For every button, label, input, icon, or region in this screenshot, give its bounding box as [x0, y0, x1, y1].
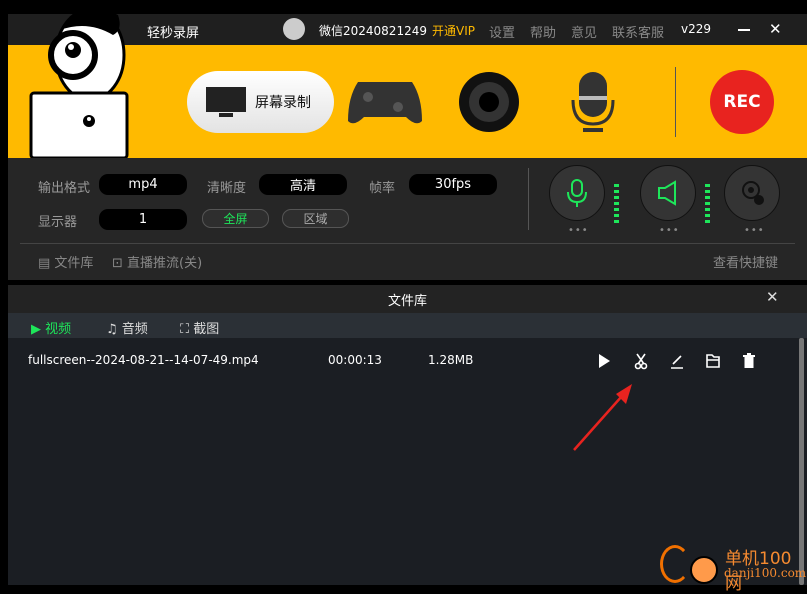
tab-screenshot-label: 截图: [193, 322, 220, 337]
library-title: 文件库: [388, 294, 428, 309]
mic-level-meter: [614, 184, 619, 223]
tab-video-label: 视频: [45, 322, 72, 337]
tab-video[interactable]: ▶ 视频: [31, 318, 71, 337]
rename-icon[interactable]: [669, 352, 685, 370]
speaker-more[interactable]: •••: [659, 225, 680, 236]
menu-contact[interactable]: 联系客服: [612, 22, 664, 41]
avatar[interactable]: [283, 18, 305, 40]
menu-help[interactable]: 帮助: [530, 22, 556, 41]
library-link[interactable]: ▤ 文件库: [38, 252, 93, 271]
speaker-level-meter: [705, 184, 710, 223]
username: 微信20240821249: [319, 24, 427, 38]
monitor-icon: [206, 87, 246, 117]
quality-select[interactable]: 高清: [259, 174, 347, 195]
mascot-logo: [29, 7, 129, 158]
screen-record-label: 屏幕录制: [255, 95, 311, 111]
mic-more[interactable]: •••: [568, 225, 589, 236]
minimize-button[interactable]: [738, 29, 750, 31]
rec-button[interactable]: REC: [710, 70, 774, 134]
file-duration: 00:00:13: [328, 353, 382, 367]
play-icon[interactable]: [596, 352, 612, 370]
file-size: 1.28MB: [428, 353, 474, 367]
library-close-button[interactable]: ✕: [766, 288, 779, 306]
speaker-toggle[interactable]: [640, 165, 696, 221]
folder-icon[interactable]: [705, 352, 721, 370]
vip-link[interactable]: 开通VIP: [432, 22, 475, 39]
tab-audio[interactable]: ♫ 音频: [106, 318, 148, 337]
display-label: 显示器: [38, 215, 78, 230]
divider: [20, 243, 795, 244]
menu-settings[interactable]: 设置: [489, 22, 515, 41]
screen-record-mode[interactable]: 屏幕录制: [187, 71, 334, 133]
webcam-off-icon: [742, 181, 764, 205]
fps-select[interactable]: 30fps: [409, 174, 497, 195]
watermark-logo: 单机100网 danji100.com: [660, 540, 807, 594]
file-name: fullscreen--2024-08-21--14-07-49.mp4: [28, 353, 259, 367]
annotation-arrow: [573, 384, 632, 451]
fps-label: 帧率: [369, 181, 396, 196]
format-label: 输出格式: [38, 181, 91, 196]
fullscreen-button[interactable]: 全屏: [202, 209, 269, 228]
shortcuts-link[interactable]: 查看快捷键: [713, 252, 778, 271]
game-controller-icon[interactable]: [346, 77, 424, 127]
speaker-icon: [658, 180, 676, 206]
library-link-label: 文件库: [54, 256, 94, 271]
file-row[interactable]: fullscreen--2024-08-21--14-07-49.mp4 00:…: [8, 348, 798, 374]
divider: [675, 67, 676, 137]
camera-icon[interactable]: [458, 70, 520, 134]
webcam-toggle[interactable]: [724, 165, 780, 221]
close-button[interactable]: ✕: [769, 20, 782, 38]
tab-screenshot[interactable]: ⛶ 截图: [180, 318, 219, 337]
mic-toggle[interactable]: [549, 165, 605, 221]
scissors-icon[interactable]: [633, 352, 649, 370]
delete-icon[interactable]: [741, 352, 757, 370]
divider: [528, 168, 529, 230]
app-title: 轻秒录屏: [147, 26, 200, 41]
menu-feedback[interactable]: 意见: [571, 22, 597, 41]
tab-audio-label: 音频: [121, 322, 148, 337]
webcam-more[interactable]: •••: [744, 225, 765, 236]
version: v229: [681, 22, 712, 36]
quality-label: 清晰度: [207, 181, 247, 196]
display-select[interactable]: 1: [99, 209, 187, 230]
microphone-icon[interactable]: [569, 70, 617, 134]
watermark-url: danji100.com: [724, 566, 807, 580]
format-select[interactable]: mp4: [99, 174, 187, 195]
live-stream-label: 直播推流(关): [127, 256, 203, 271]
mic-icon: [567, 179, 587, 207]
region-button[interactable]: 区域: [282, 209, 349, 228]
live-stream-link[interactable]: ⊡ 直播推流(关): [112, 252, 202, 271]
